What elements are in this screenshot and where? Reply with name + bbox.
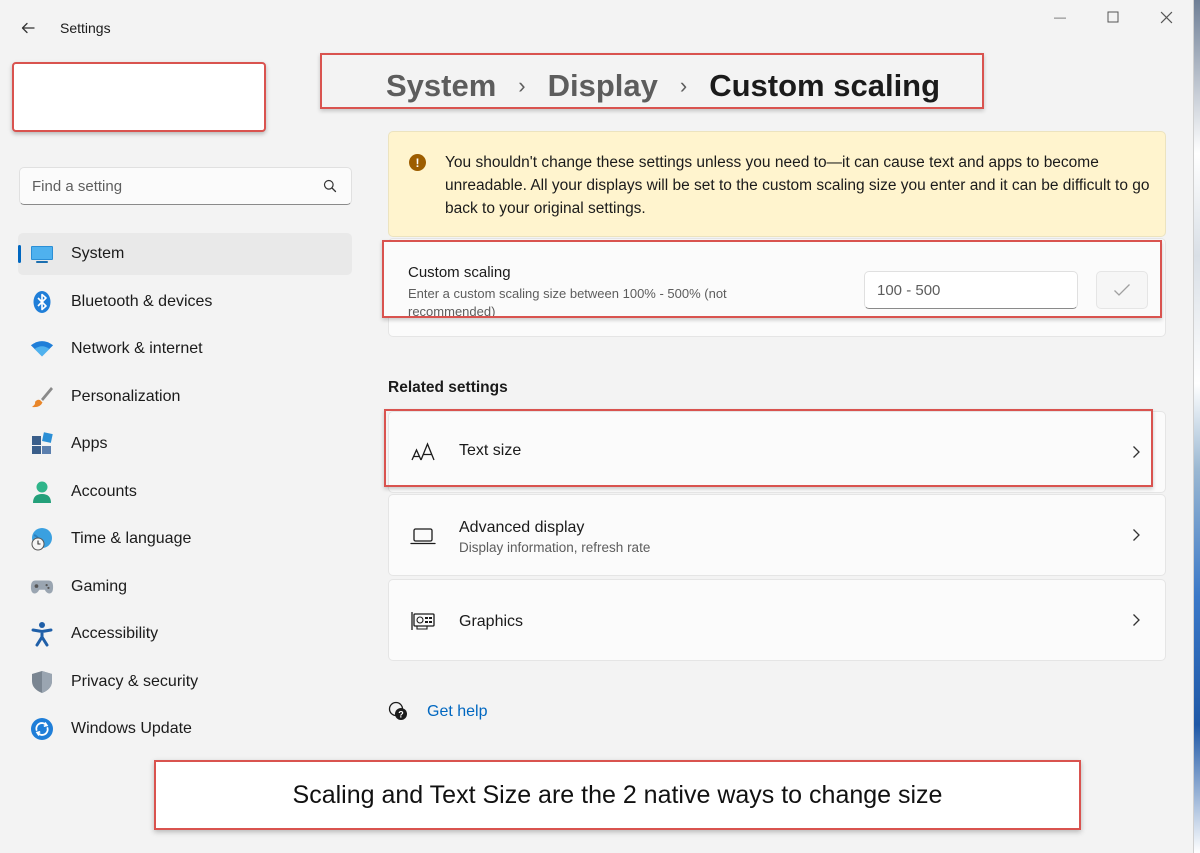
search-box[interactable] bbox=[19, 167, 352, 205]
title-bar: Settings — bbox=[0, 0, 1194, 56]
get-help-link[interactable]: Get help bbox=[427, 703, 487, 721]
sidebar-item-personalization[interactable]: Personalization bbox=[18, 376, 352, 418]
brush-icon bbox=[30, 385, 54, 409]
sidebar-item-label: Accounts bbox=[71, 482, 137, 500]
app-title: Settings bbox=[60, 20, 111, 36]
graphics-row[interactable]: Graphics bbox=[388, 579, 1166, 661]
sidebar-item-label: Bluetooth & devices bbox=[71, 292, 213, 310]
monitor-icon bbox=[30, 242, 54, 266]
sidebar-item-label: Network & internet bbox=[71, 340, 203, 357]
update-icon bbox=[30, 717, 54, 741]
close-button[interactable] bbox=[1143, 6, 1189, 28]
sidebar-item-label: Privacy & security bbox=[71, 672, 199, 690]
sidebar-item-label: Accessibility bbox=[71, 625, 159, 642]
graphics-title: Graphics bbox=[459, 613, 524, 630]
maximize-button[interactable] bbox=[1090, 6, 1136, 28]
sidebar-nav: System Bluetooth & devices Network & int… bbox=[18, 233, 352, 756]
sidebar-item-bluetooth[interactable]: Bluetooth & devices bbox=[18, 281, 352, 323]
sidebar-item-label: Gaming bbox=[71, 577, 128, 595]
advanced-display-row[interactable]: Advanced display Display information, re… bbox=[388, 494, 1166, 576]
advanced-display-subtitle: Display information, refresh rate bbox=[459, 540, 651, 555]
close-icon bbox=[1160, 11, 1172, 23]
graphics-card-icon bbox=[409, 607, 437, 635]
sidebar-item-label: Windows Update bbox=[71, 720, 192, 737]
minimize-icon: — bbox=[1054, 10, 1066, 24]
custom-scaling-description: Enter a custom scaling size between 100%… bbox=[408, 286, 727, 318]
chevron-right-icon: › bbox=[518, 73, 526, 98]
sidebar-item-network[interactable]: Network & internet bbox=[18, 328, 352, 370]
shield-icon bbox=[30, 670, 54, 694]
breadcrumb-system[interactable]: System bbox=[386, 68, 496, 104]
sidebar-item-windows-update[interactable]: Windows Update bbox=[18, 708, 352, 750]
apply-scaling-button[interactable] bbox=[1096, 271, 1148, 309]
person-icon bbox=[30, 480, 54, 504]
sidebar-item-label: Time & language bbox=[71, 530, 192, 547]
chevron-right-icon: › bbox=[679, 73, 688, 98]
annotation-caption: Scaling and Text Size are the 2 native w… bbox=[154, 760, 1081, 830]
advanced-display-title: Advanced display bbox=[459, 519, 585, 536]
background-desktop-strip bbox=[1194, 0, 1200, 853]
sidebar-item-label: Apps bbox=[71, 435, 108, 452]
sidebar-item-label: Personalization bbox=[71, 387, 181, 405]
apps-icon bbox=[30, 432, 54, 456]
back-button[interactable] bbox=[14, 14, 42, 42]
wifi-icon bbox=[30, 337, 54, 361]
search-icon[interactable] bbox=[321, 177, 339, 195]
sidebar-item-privacy[interactable]: Privacy & security bbox=[18, 661, 352, 703]
custom-scaling-annotation-box: Custom scaling Enter a custom scaling si… bbox=[382, 240, 1162, 318]
accessibility-icon bbox=[30, 622, 54, 647]
sidebar-item-label: System bbox=[71, 245, 125, 262]
bluetooth-icon bbox=[30, 290, 54, 314]
warning-icon: ! bbox=[409, 154, 426, 171]
svg-text:?: ? bbox=[398, 710, 404, 720]
custom-scaling-input[interactable] bbox=[864, 271, 1078, 309]
gamepad-icon bbox=[30, 575, 54, 599]
custom-scaling-title: Custom scaling bbox=[408, 264, 511, 281]
globe-clock-icon bbox=[30, 527, 54, 551]
sidebar-item-apps[interactable]: Apps bbox=[18, 423, 352, 465]
search-input[interactable] bbox=[32, 177, 321, 195]
sidebar-item-system[interactable]: System bbox=[18, 233, 352, 275]
chevron-right-icon bbox=[1129, 613, 1143, 627]
minimize-button[interactable]: — bbox=[1037, 6, 1083, 28]
sidebar-item-gaming[interactable]: Gaming bbox=[18, 566, 352, 608]
settings-window: Settings — System Bluetooth bbox=[0, 0, 1194, 853]
arrow-left-icon bbox=[21, 22, 35, 34]
warning-text: You shouldn't change these settings unle… bbox=[445, 154, 1150, 217]
user-profile-card[interactable] bbox=[12, 62, 266, 132]
checkmark-icon bbox=[1114, 284, 1130, 296]
breadcrumb: System › Display › Custom scaling bbox=[386, 68, 940, 104]
help-chat-icon: ? bbox=[387, 700, 409, 722]
sidebar-item-accessibility[interactable]: Accessibility bbox=[18, 613, 352, 655]
page-title: Custom scaling bbox=[709, 68, 941, 103]
warning-banner: ! You shouldn't change these settings un… bbox=[388, 131, 1166, 237]
sidebar-item-time-language[interactable]: Time & language bbox=[18, 518, 352, 560]
chevron-right-icon bbox=[1129, 528, 1143, 542]
related-settings-heading: Related settings bbox=[388, 379, 508, 396]
laptop-icon bbox=[409, 522, 437, 550]
breadcrumb-display[interactable]: Display bbox=[548, 68, 658, 104]
text-size-annotation-box bbox=[384, 409, 1153, 487]
maximize-icon bbox=[1107, 11, 1119, 23]
sidebar-item-accounts[interactable]: Accounts bbox=[18, 471, 352, 513]
annotation-caption-text: Scaling and Text Size are the 2 native w… bbox=[292, 780, 943, 809]
